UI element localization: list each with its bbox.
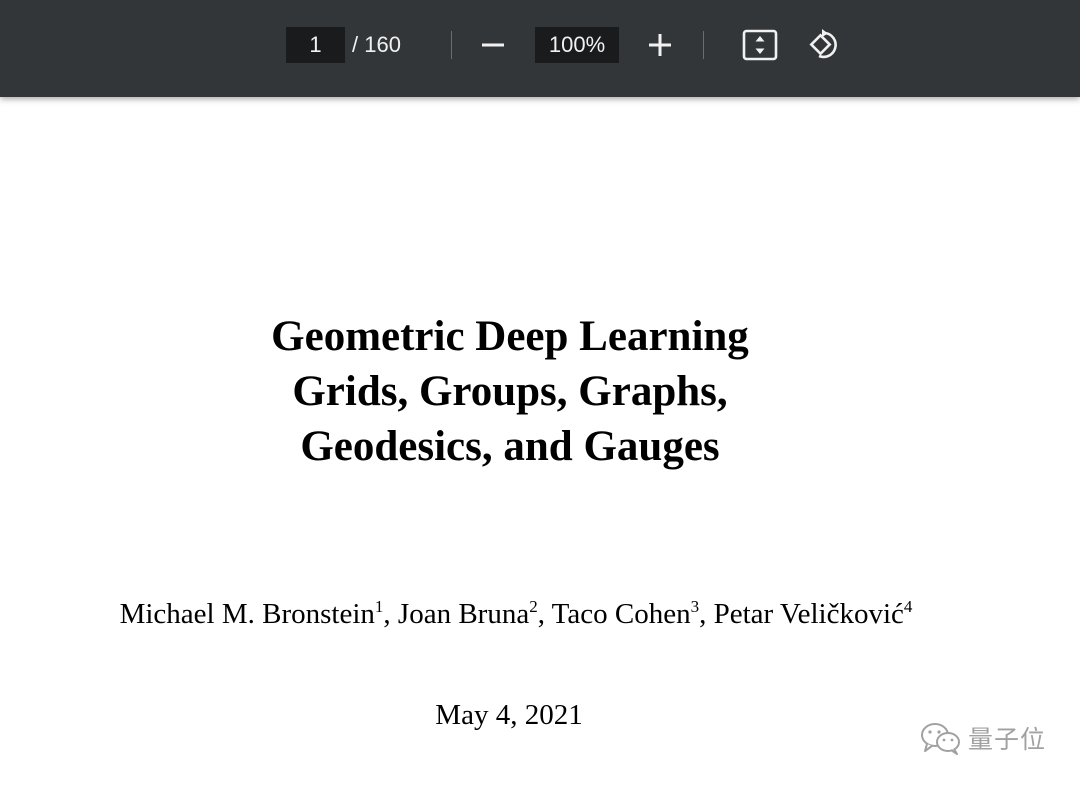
zoom-in-button[interactable] bbox=[640, 25, 680, 65]
watermark-text: 量子位 bbox=[968, 725, 1047, 754]
toolbar-divider bbox=[703, 31, 704, 59]
zoom-out-button[interactable] bbox=[473, 25, 513, 65]
minus-icon bbox=[482, 43, 504, 47]
zoom-level-input[interactable]: 100% bbox=[535, 27, 619, 63]
author-separator: , bbox=[699, 598, 714, 630]
paper-date: May 4, 2021 bbox=[435, 699, 583, 731]
title-line: Geodesics, and Gauges bbox=[300, 423, 720, 470]
page-total-label: / 160 bbox=[352, 32, 401, 57]
fit-to-page-icon bbox=[742, 29, 778, 61]
page-number-input[interactable]: 1 bbox=[286, 27, 345, 63]
paper-title: Geometric Deep Learning Grids, Groups, G… bbox=[160, 309, 860, 474]
fit-to-page-button[interactable] bbox=[740, 25, 780, 65]
affiliation-mark: 3 bbox=[690, 597, 700, 616]
pdf-page: Geometric Deep Learning Grids, Groups, G… bbox=[0, 97, 1080, 786]
author-name: Michael M. Bronstein bbox=[119, 598, 375, 630]
author-name: Joan Bruna bbox=[397, 598, 530, 630]
wechat-icon bbox=[921, 723, 960, 755]
pdf-toolbar: 1 / 160 100% bbox=[0, 0, 1080, 97]
rotate-button[interactable] bbox=[806, 25, 846, 65]
author-separator: , bbox=[383, 598, 398, 630]
rotate-icon bbox=[809, 29, 837, 59]
plus-icon bbox=[649, 34, 671, 56]
author-name: Taco Cohen bbox=[551, 598, 691, 630]
author-name: Petar Veličković bbox=[713, 598, 904, 630]
toolbar-divider bbox=[451, 31, 452, 59]
affiliation-mark: 2 bbox=[529, 597, 538, 616]
title-line: Grids, Groups, Graphs, bbox=[292, 368, 728, 415]
author-list: Michael M. Bronstein1, Joan Bruna2, Taco… bbox=[0, 594, 1032, 638]
author-separator: , bbox=[537, 598, 552, 630]
title-line: Geometric Deep Learning bbox=[271, 313, 749, 360]
affiliation-mark: 4 bbox=[903, 597, 913, 616]
watermark: 量子位 bbox=[920, 718, 1046, 758]
affiliation-mark: 1 bbox=[374, 597, 384, 616]
